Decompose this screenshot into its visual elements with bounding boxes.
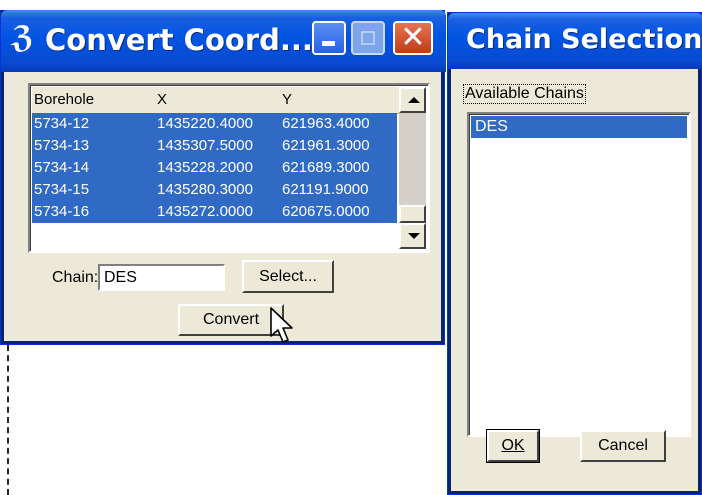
cell-borehole: 5734-13 — [34, 137, 90, 154]
chain-list[interactable]: DES — [467, 112, 691, 437]
cell-borehole: 5734-15 — [34, 181, 90, 198]
cell-x: 1435228.2000 — [157, 159, 253, 176]
desktop-background — [0, 0, 445, 10]
title-bar[interactable]: Chain Selection — [448, 13, 702, 69]
table-row[interactable]: 5734-14 1435228.2000 621689.3000 — [32, 157, 397, 179]
close-icon: ✕ — [400, 20, 426, 55]
mouse-cursor-icon — [270, 307, 293, 343]
cell-borehole: 5734-14 — [34, 159, 90, 176]
column-header-borehole[interactable]: Borehole — [34, 91, 94, 108]
cell-borehole: 5734-12 — [34, 115, 90, 132]
cell-y: 621191.9000 — [282, 181, 369, 198]
arrow-down-icon — [408, 233, 420, 239]
title-bar[interactable]: ℨ Convert Coord... ✕ — [1, 10, 446, 72]
chain-label: Chain: — [52, 269, 99, 286]
cell-x: 1435280.3000 — [157, 181, 253, 198]
select-button[interactable]: Select... — [242, 260, 334, 293]
dashed-guide-line — [7, 345, 9, 495]
convert-coordinates-window: ℨ Convert Coord... ✕ Borehole X Y 5734-1… — [0, 10, 446, 345]
borehole-list[interactable]: Borehole X Y 5734-12 1435220.4000 621963… — [28, 83, 430, 253]
chain-input[interactable]: DES — [98, 264, 225, 291]
maximize-button[interactable] — [351, 21, 385, 55]
scroll-thumb[interactable] — [399, 205, 426, 223]
cell-y: 621961.3000 — [282, 137, 370, 154]
table-row[interactable]: 5734-13 1435307.5000 621961.3000 — [32, 135, 397, 157]
column-header-y[interactable]: Y — [282, 91, 292, 108]
cell-y: 620675.0000 — [282, 203, 370, 220]
close-button[interactable]: ✕ — [393, 21, 433, 55]
cell-borehole: 5734-16 — [34, 203, 90, 220]
scroll-up-button[interactable] — [399, 87, 426, 113]
minimize-button[interactable] — [312, 21, 346, 55]
table-row[interactable]: 5734-16 1435272.0000 620675.0000 — [32, 201, 397, 223]
arrow-up-icon — [408, 97, 420, 103]
vertical-scrollbar[interactable] — [399, 87, 426, 249]
cell-x: 1435272.0000 — [157, 203, 253, 220]
scroll-track[interactable] — [399, 113, 426, 205]
table-row[interactable]: 5734-12 1435220.4000 621963.4000 — [32, 113, 397, 135]
column-header-x[interactable]: X — [157, 91, 167, 108]
window-title: Convert Coord... — [45, 23, 313, 57]
ok-label: OK — [501, 437, 525, 454]
window-title: Chain Selection — [466, 24, 702, 55]
cell-x: 1435220.4000 — [157, 115, 253, 132]
cell-x: 1435307.5000 — [157, 137, 253, 154]
chain-selection-window: Chain Selection Available Chains DES OK … — [447, 12, 702, 495]
cancel-button[interactable]: Cancel — [580, 430, 666, 462]
scroll-down-button[interactable] — [399, 223, 426, 249]
table-row[interactable]: 5734-15 1435280.3000 621191.9000 — [32, 179, 397, 201]
ok-button[interactable]: OK — [486, 429, 540, 463]
cell-y: 621963.4000 — [282, 115, 370, 132]
available-chains-label: Available Chains — [463, 84, 586, 104]
list-header: Borehole X Y — [32, 87, 402, 114]
cell-y: 621689.3000 — [282, 159, 370, 176]
list-item[interactable]: DES — [471, 116, 687, 138]
app-icon: ℨ — [11, 20, 34, 55]
